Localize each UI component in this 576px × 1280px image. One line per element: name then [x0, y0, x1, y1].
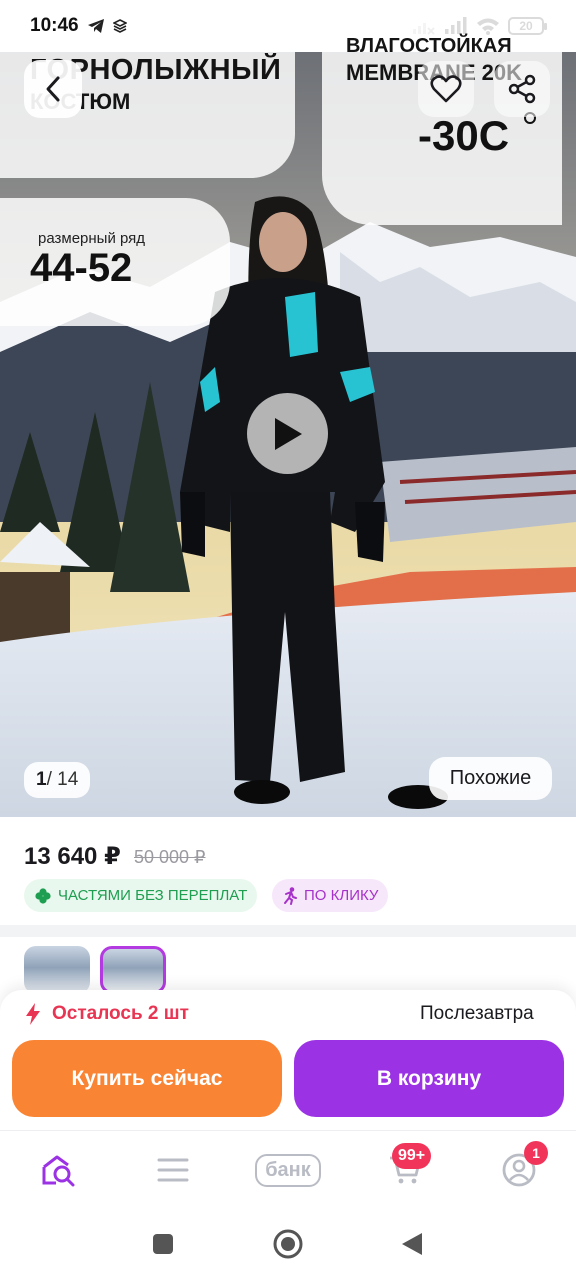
- recents-icon[interactable]: [152, 1233, 174, 1255]
- size-range-caption: размерный ряд: [38, 230, 146, 247]
- share-button[interactable]: [494, 61, 550, 117]
- price: 13 640 ₽: [24, 843, 121, 870]
- telegram-icon: [87, 19, 104, 33]
- lightning-icon: [26, 1003, 40, 1025]
- status-time: 10:46: [30, 15, 79, 36]
- size-range-value: 44-52: [30, 246, 133, 290]
- image-counter-current: 1: [36, 769, 47, 790]
- cart-count-badge: 99+: [392, 1143, 432, 1169]
- home-search-icon: [42, 1155, 75, 1187]
- system-navigation-bar: [0, 1210, 576, 1280]
- clover-icon: [35, 887, 51, 904]
- back-button[interactable]: [24, 60, 82, 118]
- buy-now-button[interactable]: Купить сейчас: [12, 1040, 282, 1117]
- similar-button[interactable]: Похожие: [429, 757, 552, 800]
- menu-icon: [157, 1158, 189, 1182]
- variant-thumbnail[interactable]: [24, 946, 90, 994]
- one-click-badge[interactable]: ПО КЛИКУ: [272, 879, 389, 912]
- promo-temperature: -30C: [418, 112, 510, 159]
- chevron-left-icon: [46, 76, 60, 102]
- tab-bank[interactable]: банк: [250, 1142, 326, 1198]
- play-video-button[interactable]: [247, 393, 328, 474]
- old-price: 50 000 ₽: [134, 847, 206, 867]
- running-person-icon: [284, 886, 297, 905]
- tab-catalog[interactable]: [152, 1142, 194, 1198]
- play-icon: [274, 417, 302, 450]
- installment-badge-label: ЧАСТЯМИ БЕЗ ПЕРЕПЛАТ: [58, 887, 248, 904]
- promo-feature-line1: ВЛАГОСТОЙКАЯ: [346, 35, 512, 57]
- add-to-cart-button[interactable]: В корзину: [294, 1040, 564, 1117]
- home-nav-icon[interactable]: [272, 1228, 304, 1260]
- favorite-button[interactable]: [418, 61, 474, 117]
- image-counter: 1 / 14: [24, 762, 91, 798]
- share-icon: [508, 74, 536, 104]
- stock-label: Осталось 2 шт: [52, 1003, 189, 1024]
- section-divider: [0, 925, 576, 937]
- bank-label: банк: [255, 1153, 321, 1187]
- heart-icon: [430, 75, 462, 103]
- image-counter-total: / 14: [46, 769, 79, 790]
- variant-thumbnail-selected[interactable]: [100, 946, 166, 994]
- profile-notification-badge: 1: [524, 1141, 548, 1165]
- installment-badge[interactable]: ЧАСТЯМИ БЕЗ ПЕРЕПЛАТ: [24, 879, 258, 912]
- delivery-date: Послезавтра: [420, 1003, 534, 1024]
- back-nav-icon[interactable]: [400, 1231, 424, 1257]
- one-click-badge-label: ПО КЛИКУ: [304, 887, 379, 904]
- stock-info: Осталось 2 шт: [24, 1002, 189, 1026]
- tab-home[interactable]: [36, 1142, 82, 1198]
- layers-icon: [112, 19, 127, 33]
